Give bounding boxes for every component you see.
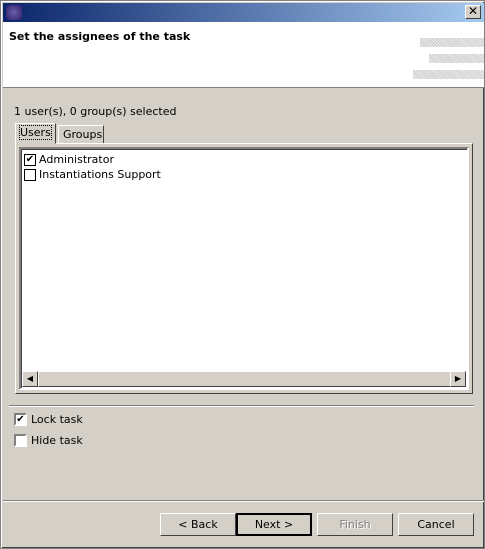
next-button[interactable]: Next > [236,513,312,536]
hide-task-checkbox[interactable] [14,434,27,447]
option-label: Lock task [31,413,83,426]
header-banner-image [429,54,484,63]
back-button[interactable]: < Back [160,513,236,536]
user-checkbox[interactable] [24,168,36,181]
hide-task-option[interactable]: Hide task [14,434,83,447]
wizard-dialog: ✕ Set the assignees of the task 1 user(s… [0,0,485,549]
finish-button[interactable]: Finish [317,513,393,536]
user-checkbox[interactable]: ✔ [24,153,36,166]
scroll-left-button[interactable]: ◀ [22,371,38,387]
list-item[interactable]: ✔ Administrator [24,152,114,167]
users-list: ✔ Administrator Instantiations Support ◀… [19,147,469,390]
title-bar[interactable]: ✕ [3,3,484,22]
page-title: Set the assignees of the task [9,30,191,43]
list-item[interactable]: Instantiations Support [24,167,161,182]
divider [9,405,474,407]
scroll-thumb[interactable] [38,371,451,387]
eclipse-app-icon [6,5,22,20]
tab-label: Groups [63,128,103,141]
tab-users[interactable]: Users [15,123,56,144]
header-banner-image [420,38,484,47]
lock-task-checkbox[interactable]: ✔ [14,413,27,426]
lock-task-option[interactable]: ✔ Lock task [14,413,83,426]
user-name: Instantiations Support [39,168,161,181]
cancel-button[interactable]: Cancel [398,513,474,536]
tab-label: Users [19,125,52,140]
option-label: Hide task [31,434,83,447]
selection-status: 1 user(s), 0 group(s) selected [14,105,177,118]
header-banner-image [413,70,484,79]
scroll-right-button[interactable]: ▶ [450,371,466,387]
horizontal-scrollbar[interactable]: ◀ ▶ [22,371,466,387]
divider [3,500,484,502]
tab-groups[interactable]: Groups [58,125,104,144]
user-name: Administrator [39,153,114,166]
close-button[interactable]: ✕ [465,5,481,19]
tab-panel: ✔ Administrator Instantiations Support ◀… [15,143,473,394]
wizard-header: Set the assignees of the task [3,22,484,88]
